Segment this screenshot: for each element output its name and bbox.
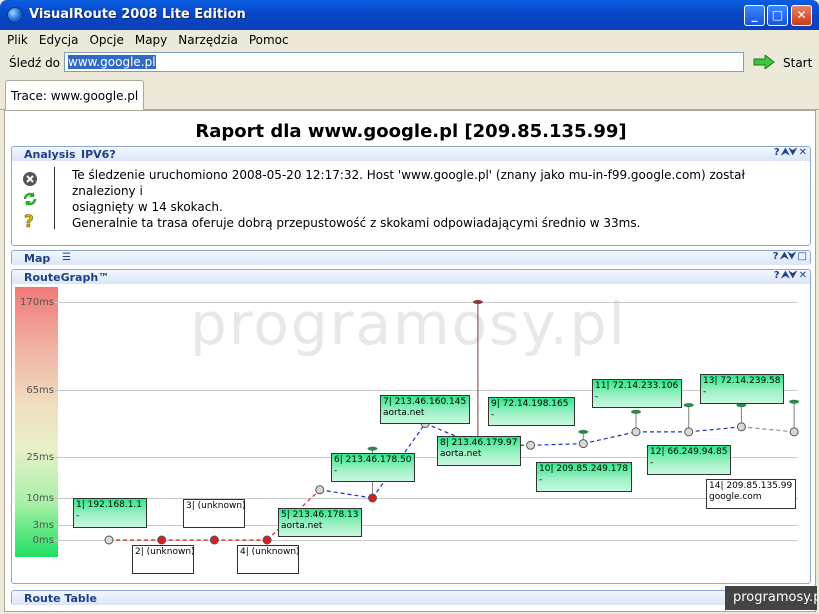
panel-controls[interactable]: ? ⮝⮟ ✕ <box>774 270 807 281</box>
green-arrow-icon <box>753 55 775 69</box>
corner-watermark: programosy.pl <box>725 586 819 610</box>
menu-pomoc[interactable]: Pomoc <box>242 30 293 47</box>
close-circle-icon[interactable] <box>22 171 38 187</box>
trace-input[interactable]: www.google.pl <box>64 52 744 72</box>
tab-trace[interactable]: Trace: www.google.pl <box>5 80 145 110</box>
tab-strip: Trace: www.google.pl <box>0 76 819 110</box>
panel-controls[interactable]: ? ⮝⮟ □ <box>773 251 807 262</box>
routetable-panel: Route Table <box>11 590 811 605</box>
window-title: VisualRoute 2008 Lite Edition <box>29 7 246 22</box>
minimize-button[interactable]: _ <box>744 5 765 26</box>
analysis-text: Te śledzenie uruchomiono 2008-05-20 12:1… <box>72 168 745 230</box>
maximize-button[interactable]: □ <box>767 5 788 26</box>
ipv6-tab[interactable]: IPV6? <box>81 148 116 161</box>
map-panel: Map ☰ ? ⮝⮟ □ <box>11 250 811 265</box>
question-icon[interactable]: ? <box>22 212 38 230</box>
menu-plik[interactable]: Plik <box>0 30 32 47</box>
routegraph-title: RouteGraph™ <box>24 271 110 284</box>
routetable-title[interactable]: Route Table <box>24 592 97 605</box>
menu-bar: Plik Edycja Opcje Mapy Narzędzia Pomoc <box>0 30 819 50</box>
refresh-icon[interactable] <box>22 191 38 207</box>
close-button[interactable]: ✕ <box>791 5 812 26</box>
routegraph-panel: RouteGraph™ ? ⮝⮟ ✕ <box>11 269 811 584</box>
menu-opcje[interactable]: Opcje <box>82 30 127 47</box>
menu-edycja[interactable]: Edycja <box>32 30 83 47</box>
menu-mapy[interactable]: Mapy <box>128 30 171 47</box>
trace-label: Śledź do <box>9 56 61 70</box>
map-title[interactable]: Map <box>24 252 50 265</box>
menu-narzedzia[interactable]: Narzędzia <box>171 30 242 47</box>
svg-text:?: ? <box>24 212 34 230</box>
content-area: Raport dla www.google.pl [209.85.135.99]… <box>4 110 816 612</box>
app-globe-icon <box>7 7 23 23</box>
title-bar: VisualRoute 2008 Lite Edition _ □ ✕ <box>0 0 819 30</box>
analysis-title[interactable]: Analysis <box>24 148 76 161</box>
panel-controls[interactable]: ? ⮝⮟ ✕ <box>774 147 807 158</box>
start-button[interactable]: Start <box>750 52 814 73</box>
analysis-panel: Analysis IPV6? ? ⮝⮟ ✕ ? Te śledzenie uru… <box>11 146 811 246</box>
list-icon[interactable]: ☰ <box>62 252 71 263</box>
report-title: Raport dla www.google.pl [209.85.135.99] <box>195 121 627 142</box>
